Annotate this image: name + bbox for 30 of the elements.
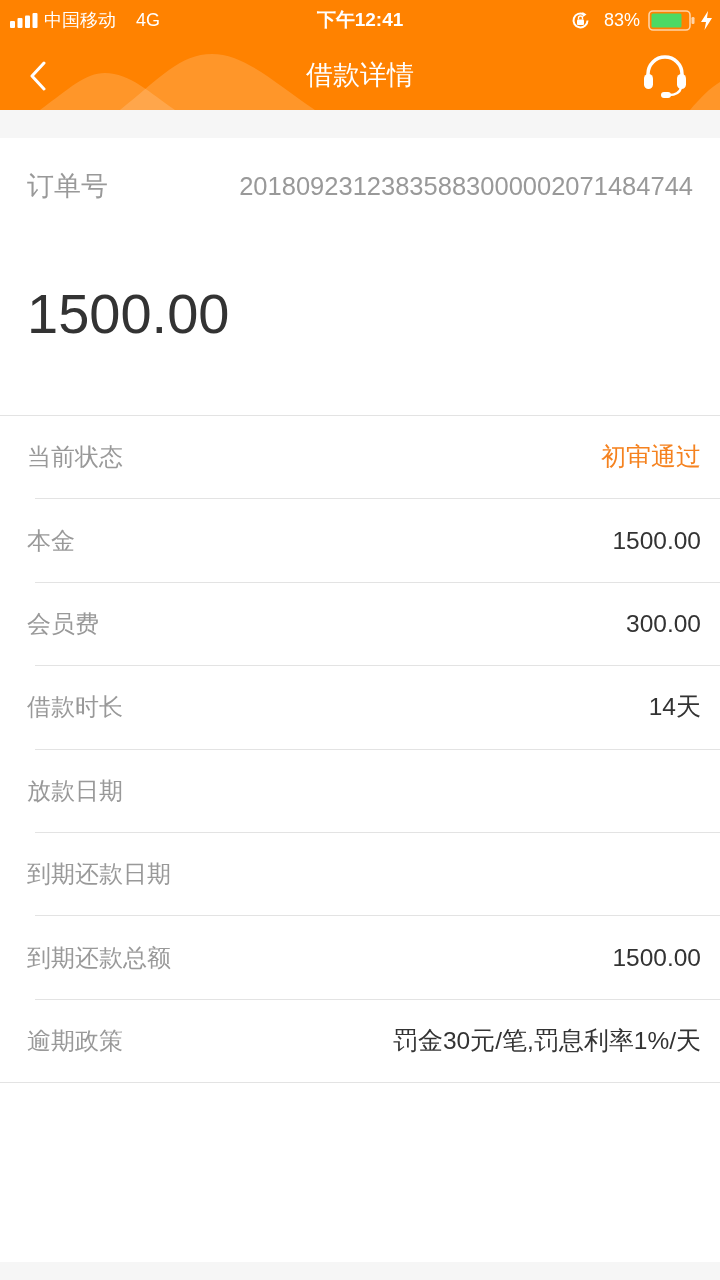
network-type: 4G — [136, 9, 160, 31]
carrier-name: 中国移动 — [44, 9, 116, 31]
detail-label: 会员费 — [27, 608, 99, 639]
detail-label: 借款时长 — [27, 692, 123, 723]
status-time: 下午12:41 — [316, 8, 404, 32]
charging-bolt-icon — [701, 10, 712, 30]
detail-value: 14天 — [648, 692, 701, 723]
page-title: 借款详情 — [306, 59, 414, 91]
headset-icon — [642, 53, 688, 99]
back-button[interactable] — [30, 61, 46, 91]
status-value: 初审通过 — [601, 442, 701, 473]
loan-amount: 1500.00 — [27, 284, 230, 344]
order-number-label: 订单号 — [27, 170, 108, 202]
detail-label: 逾期政策 — [27, 1025, 123, 1056]
order-number: 20180923123835883000002071484744 — [239, 171, 693, 201]
detail-label: 当前状态 — [27, 442, 123, 473]
orientation-lock-icon — [570, 10, 590, 30]
back-icon — [30, 61, 46, 91]
signal-icon — [10, 12, 38, 28]
detail-value: 1500.00 — [612, 942, 701, 973]
detail-label: 到期还款总额 — [27, 942, 171, 973]
detail-label: 放款日期 — [27, 775, 123, 806]
battery-icon — [648, 9, 695, 31]
detail-label: 到期还款日期 — [27, 859, 171, 890]
customer-service-button[interactable] — [642, 53, 688, 99]
detail-label: 本金 — [27, 525, 75, 556]
detail-value: 1500.00 — [612, 525, 701, 556]
battery-percent: 83% — [603, 9, 640, 31]
detail-value: 罚金30元/笔,罚息利率1%/天 — [392, 1025, 701, 1056]
detail-value: 300.00 — [626, 608, 701, 639]
